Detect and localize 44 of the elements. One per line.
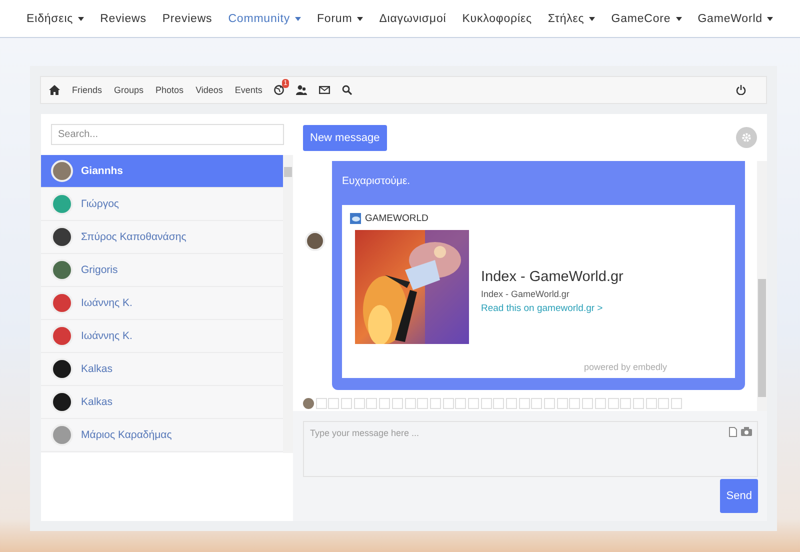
contact-item[interactable]: Σπύρος Καποθανάσης [41, 221, 283, 254]
nav-link[interactable]: GameWorld [690, 12, 782, 24]
search-field[interactable]: Search... [51, 124, 284, 145]
contact-item[interactable]: Ιωάννης Κ. [41, 320, 283, 353]
mail-icon[interactable] [319, 86, 330, 94]
preview-title: Index - GameWorld.gr [481, 268, 624, 284]
camera-icon[interactable] [741, 427, 752, 436]
toolbar-link[interactable]: Photos [156, 85, 184, 95]
power-icon[interactable] [736, 85, 746, 95]
send-button[interactable]: Send [720, 479, 758, 513]
toolbar-link[interactable]: Friends [72, 85, 102, 95]
contact-item[interactable]: Μάριος Καραδήμας [41, 419, 283, 452]
scrollbar[interactable] [757, 161, 767, 411]
nav-link[interactable]: Ειδήσεις [18, 12, 92, 24]
contact-item[interactable]: Kalkas [41, 386, 283, 419]
contact-item[interactable]: Γιώργος [41, 188, 283, 221]
site-name: GAMEWORLD [365, 213, 428, 224]
nav-link[interactable]: Community [220, 12, 309, 24]
nav-link[interactable]: Previews [154, 12, 220, 24]
preview-description: Index - GameWorld.gr [481, 288, 570, 298]
contact-item[interactable]: Ιωάννης Κ. [41, 287, 283, 320]
nav-link[interactable]: Κυκλοφορίες [454, 12, 540, 24]
avatar-icon [305, 231, 325, 251]
search-icon[interactable] [342, 85, 352, 95]
file-icon[interactable] [729, 427, 737, 437]
nav-link[interactable]: Στήλες [540, 12, 604, 24]
nav-link[interactable]: Forum [308, 12, 372, 24]
contact-item[interactable]: Kalkas [41, 353, 283, 386]
home-icon[interactable] [49, 85, 60, 95]
nav-link[interactable]: Reviews [92, 12, 154, 24]
people-icon[interactable] [296, 85, 308, 95]
toolbar-link[interactable]: Events [234, 85, 262, 95]
contact-item[interactable]: Grigoris [41, 254, 283, 287]
toolbar-link[interactable]: Groups [114, 85, 144, 95]
site-logo-icon [350, 213, 361, 224]
contact-item[interactable]: Giannhs [41, 155, 283, 188]
toolbar-link[interactable]: Videos [196, 85, 223, 95]
message-text: Ευχαριστούμε. [342, 175, 412, 189]
powered-by-text: powered by embedly [584, 362, 667, 372]
nav-link[interactable]: GameCore [603, 12, 690, 24]
nav-link[interactable]: Διαγωνισμοί [371, 12, 454, 24]
scrollbar[interactable] [283, 155, 293, 453]
message-input[interactable]: Type your message here ... [303, 421, 758, 477]
new-message-button[interactable]: New message [303, 124, 387, 150]
